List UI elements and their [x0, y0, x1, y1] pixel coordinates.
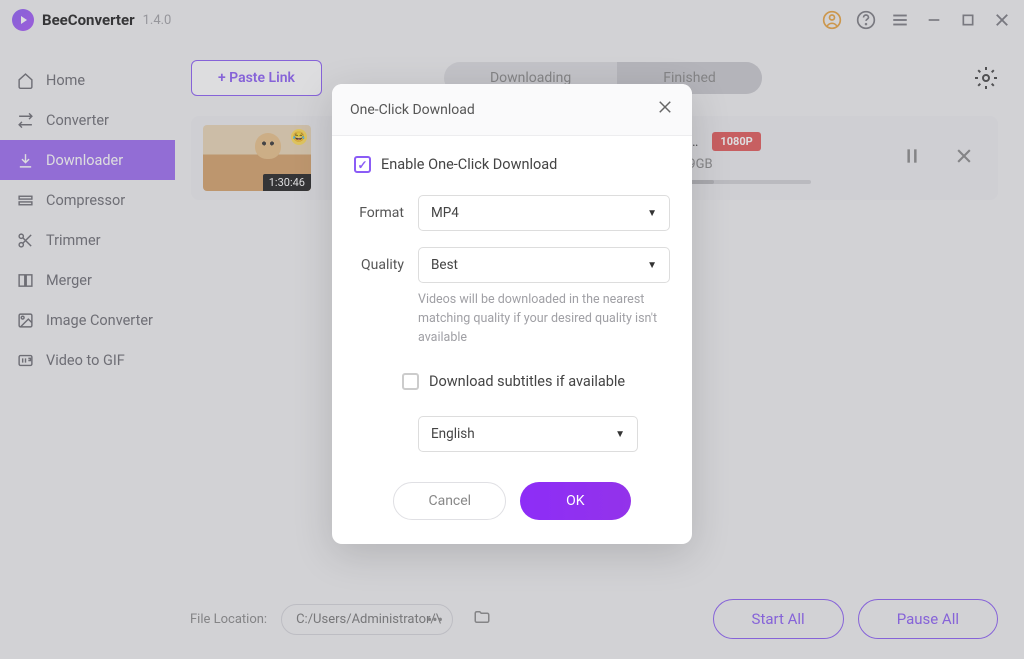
chevron-down-icon: ▼ [647, 208, 657, 219]
quality-select[interactable]: Best ▼ [418, 247, 670, 283]
modal-footer: Cancel OK [354, 478, 670, 520]
subtitles-lang-select[interactable]: English ▼ [418, 416, 638, 452]
cancel-button[interactable]: Cancel [393, 482, 506, 520]
quality-value: Best [431, 257, 458, 273]
one-click-download-modal: One-Click Download Enable One-Click Down… [332, 84, 692, 544]
modal-close-icon[interactable] [656, 98, 674, 121]
format-label: Format [354, 205, 404, 221]
quality-row: Quality Best ▼ [354, 247, 670, 283]
subtitles-label: Download subtitles if available [429, 373, 625, 390]
subtitles-checkbox[interactable] [402, 373, 419, 390]
modal-header: One-Click Download [332, 84, 692, 136]
modal-title: One-Click Download [350, 102, 475, 118]
chevron-down-icon: ▼ [647, 260, 657, 271]
modal-body: Enable One-Click Download Format MP4 ▼ Q… [332, 136, 692, 544]
enable-label: Enable One-Click Download [381, 156, 557, 173]
format-row: Format MP4 ▼ [354, 195, 670, 231]
chevron-down-icon: ▼ [615, 429, 625, 440]
enable-checkbox[interactable] [354, 156, 371, 173]
quality-label: Quality [354, 257, 404, 273]
subtitles-check-row: Download subtitles if available [354, 373, 670, 390]
format-value: MP4 [431, 205, 459, 221]
ok-button[interactable]: OK [520, 482, 630, 520]
format-select[interactable]: MP4 ▼ [418, 195, 670, 231]
enable-check-row: Enable One-Click Download [354, 156, 670, 173]
subtitles-lang-value: English [431, 426, 475, 442]
quality-help-text: Videos will be downloaded in the nearest… [354, 291, 670, 347]
modal-scrim[interactable]: One-Click Download Enable One-Click Down… [0, 0, 1024, 659]
